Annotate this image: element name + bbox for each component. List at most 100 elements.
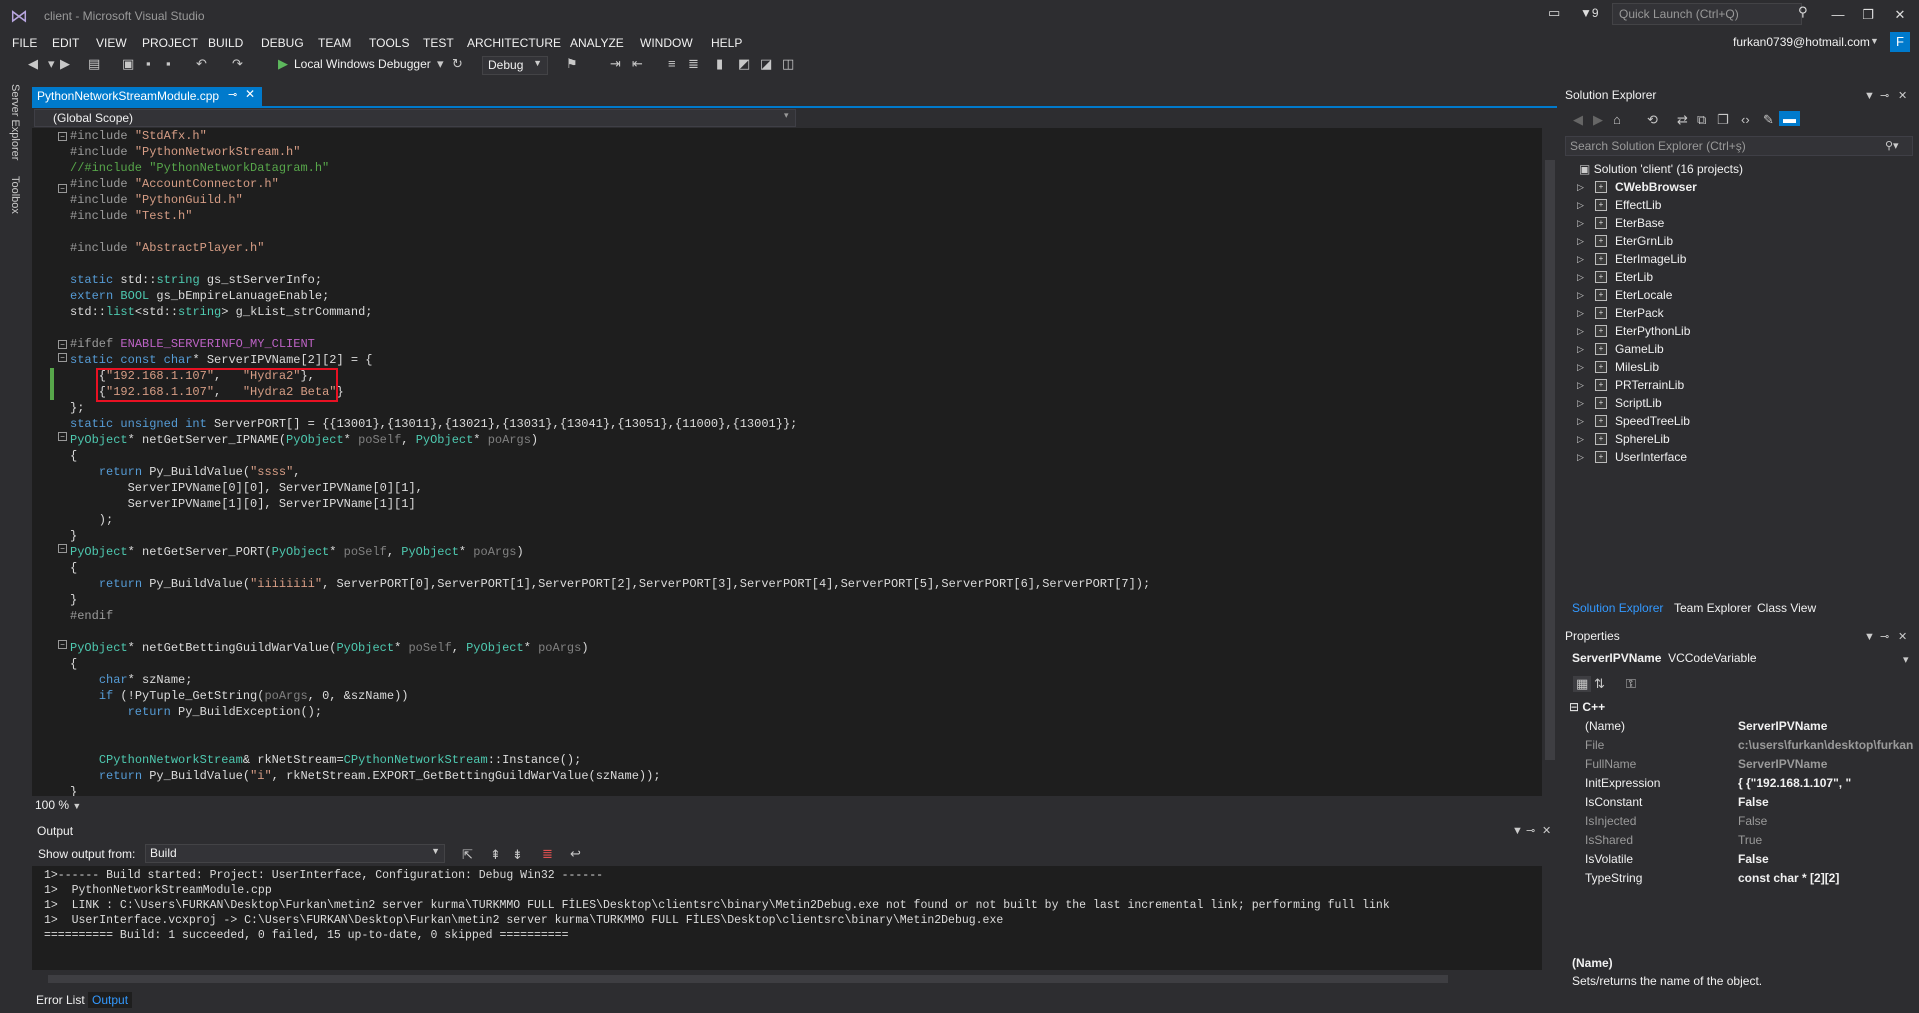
tab-solution-explorer[interactable]: Solution Explorer [1572, 601, 1663, 615]
expand-arrow-icon[interactable]: ▷ [1577, 358, 1584, 376]
expand-arrow-icon[interactable]: ▷ [1577, 448, 1584, 466]
chevron-down-icon[interactable]: ▼ [1870, 36, 1879, 46]
menu-file[interactable]: FILE [12, 36, 37, 50]
menu-build[interactable]: BUILD [208, 36, 243, 50]
property-value[interactable]: ServerIPVName [1738, 755, 1915, 774]
expand-arrow-icon[interactable]: ▷ [1577, 430, 1584, 448]
property-name[interactable]: IsInjected [1585, 812, 1735, 831]
expand-arrow-icon[interactable]: ▷ [1577, 304, 1584, 322]
expand-arrow-icon[interactable]: ▷ [1577, 196, 1584, 214]
output-scroll-thumb[interactable] [48, 975, 1448, 983]
redo-icon[interactable]: ↷ [232, 56, 243, 72]
restore-button[interactable]: ❐ [1853, 4, 1883, 26]
pin-icon[interactable]: ⊸ [1880, 630, 1889, 643]
output-text-area[interactable]: 1>------ Build started: Project: UserInt… [32, 866, 1542, 970]
solution-node[interactable]: ▣ Solution 'client' (16 projects) [1579, 160, 1743, 178]
properties-object-selector[interactable]: ServerIPVName VCCodeVariable [1572, 651, 1757, 665]
back-icon[interactable]: ◀ [28, 56, 38, 72]
property-name[interactable]: FullName [1585, 755, 1735, 774]
comment-icon[interactable]: ≡ [668, 56, 676, 71]
expand-arrow-icon[interactable]: ▷ [1577, 250, 1584, 268]
scope-dropdown[interactable]: (Global Scope) [34, 109, 796, 127]
property-name[interactable]: IsVolatile [1585, 850, 1735, 869]
outdent-icon[interactable]: ⇤ [632, 56, 643, 72]
toolbox-tab[interactable]: Toolbox [9, 176, 21, 214]
forward-icon[interactable]: ▶ [60, 56, 70, 72]
property-value[interactable]: False [1738, 812, 1915, 831]
uncomment-icon[interactable]: ≣ [688, 56, 699, 72]
view-code-icon[interactable]: ‹› [1741, 112, 1750, 127]
next-bookmark-icon[interactable]: ◪ [760, 56, 772, 72]
search-icon[interactable]: ⚲▾ [1885, 139, 1899, 152]
close-icon[interactable]: ✕ [1542, 824, 1551, 837]
property-value[interactable]: c:\users\furkan\desktop\furkan [1738, 736, 1915, 755]
tab-error-list[interactable]: Error List [32, 992, 89, 1008]
back-icon[interactable]: ◀ [1573, 112, 1583, 128]
refresh-icon[interactable]: ⇄ [1677, 112, 1688, 128]
search-icon[interactable]: ⚲ [1798, 4, 1808, 20]
property-name[interactable]: File [1585, 736, 1735, 755]
fold-toggle-icon[interactable]: − [58, 432, 67, 441]
clear-bookmarks-icon[interactable]: ◫ [782, 56, 794, 72]
expand-arrow-icon[interactable]: ▷ [1577, 178, 1584, 196]
expand-arrow-icon[interactable]: ▷ [1577, 286, 1584, 304]
zoom-level[interactable]: 100 % ▼ [35, 798, 81, 812]
chevron-down-icon[interactable]: ▼ [1512, 825, 1523, 837]
tab-output[interactable]: Output [88, 992, 133, 1008]
next-message-icon[interactable]: ⇟ [512, 847, 523, 863]
menu-window[interactable]: WINDOW [640, 36, 693, 50]
code-editor[interactable]: − − − − − − − #include "StdAfx.h" #includ… [32, 128, 1542, 796]
undo-icon[interactable]: ↶ [196, 56, 207, 72]
bookmark-icon[interactable]: ▮ [716, 56, 723, 72]
tab-class-view[interactable]: Class View [1757, 601, 1816, 615]
close-icon[interactable]: ✕ [1898, 630, 1907, 643]
preview-icon[interactable]: ▬ [1779, 111, 1800, 126]
fold-toggle-icon[interactable]: − [58, 640, 67, 649]
property-name[interactable]: TypeString [1585, 869, 1735, 888]
expand-arrow-icon[interactable]: ▷ [1577, 322, 1584, 340]
chevron-down-icon[interactable]: ▾ [48, 56, 55, 72]
property-category[interactable]: ⊟ C++ [1569, 698, 1605, 717]
expand-arrow-icon[interactable]: ▷ [1577, 340, 1584, 358]
property-name[interactable]: (Name) [1585, 717, 1735, 736]
account-name[interactable]: furkan0739@hotmail.com [1733, 35, 1870, 49]
fold-toggle-icon[interactable]: − [58, 340, 67, 349]
debugger-label[interactable]: Local Windows Debugger [294, 57, 431, 71]
menu-analyze[interactable]: ANALYZE [570, 36, 624, 50]
property-value[interactable]: const char * [2][2] [1738, 869, 1915, 888]
property-name[interactable]: IsShared [1585, 831, 1735, 850]
notification-icon[interactable]: ▭ [1548, 5, 1560, 21]
pin-icon[interactable]: ⊸ [1526, 824, 1535, 837]
quick-launch-input[interactable]: Quick Launch (Ctrl+Q) [1612, 3, 1802, 25]
save-icon[interactable]: ▪ [146, 56, 151, 71]
chevron-down-icon[interactable]: ▼ [1864, 90, 1875, 102]
menu-help[interactable]: HELP [711, 36, 742, 50]
chevron-down-icon[interactable]: ▾ [1903, 653, 1909, 666]
expand-arrow-icon[interactable]: ▷ [1577, 214, 1584, 232]
fold-toggle-icon[interactable]: − [58, 353, 67, 362]
property-name[interactable]: InitExpression [1585, 774, 1735, 793]
forward-icon[interactable]: ▶ [1593, 112, 1603, 128]
expand-arrow-icon[interactable]: ▷ [1577, 232, 1584, 250]
close-window-button[interactable]: ✕ [1885, 4, 1915, 26]
property-value[interactable]: True [1738, 831, 1915, 850]
property-value[interactable]: ServerIPVName [1738, 717, 1915, 736]
expand-arrow-icon[interactable]: ▷ [1577, 268, 1584, 286]
start-debug-icon[interactable]: ▶ [278, 56, 288, 72]
clear-all-icon[interactable]: ≣ [542, 846, 553, 862]
properties-wrench-icon[interactable]: ✎ [1763, 112, 1774, 128]
property-value[interactable]: { {"192.168.1.107", " [1738, 774, 1915, 793]
configuration-select[interactable]: Debug ▼ [482, 56, 548, 75]
collapse-icon[interactable]: ⊟ [1569, 700, 1579, 714]
find-icon[interactable]: ⚑ [566, 56, 578, 72]
menu-architecture[interactable]: ARCHITECTURE [467, 36, 561, 50]
new-project-icon[interactable]: ▤ [88, 56, 100, 72]
menu-project[interactable]: PROJECT [142, 36, 198, 50]
server-explorer-tab[interactable]: Server Explorer [9, 84, 21, 160]
indent-icon[interactable]: ⇥ [610, 56, 621, 72]
fold-toggle-icon[interactable]: − [58, 132, 67, 141]
menu-test[interactable]: TEST [423, 36, 454, 50]
refresh-icon[interactable]: ↻ [452, 56, 463, 72]
prev-message-icon[interactable]: ⇞ [490, 847, 501, 863]
pin-icon[interactable]: ⊸ [228, 88, 237, 101]
